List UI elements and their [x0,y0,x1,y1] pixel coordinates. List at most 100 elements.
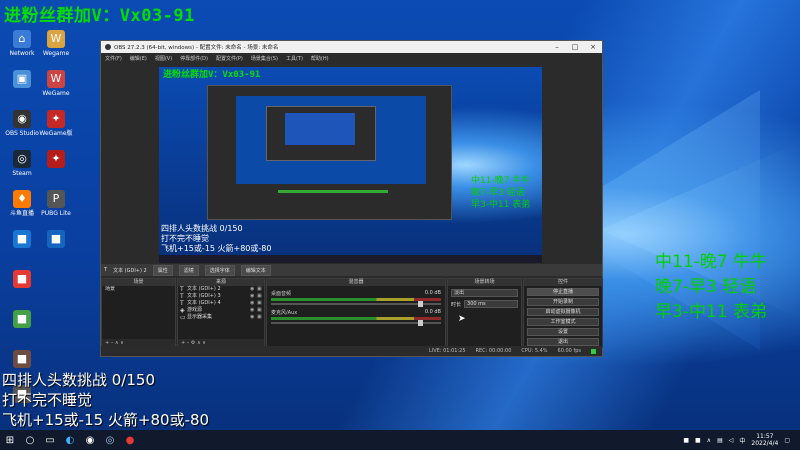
netease-icon[interactable]: ● [120,430,140,450]
preview-nested-obs-deep [266,106,376,161]
filters-button[interactable]: 滤镜 [178,264,199,276]
source-row[interactable]: T 文本 (GDI+) 3 ◉ ▣ [178,293,264,300]
visibility-icon[interactable]: ◉ [250,314,257,321]
desktop-icon[interactable]: ✦ [38,150,74,170]
text-source-icon: T [180,286,184,293]
menu-help[interactable]: 帮助(H) [311,55,329,62]
windows-start-icon[interactable]: ⊞ [0,430,20,450]
virtual-camera-button[interactable]: 启动虚拟摄像机 [527,308,599,316]
notification-icon[interactable]: ▢ [784,437,790,444]
schedule-line: 早3-中11 表弟 [655,302,767,322]
menu-edit[interactable]: 编辑(E) [130,55,147,62]
desktop-icon[interactable]: ◎ Steam [4,150,40,177]
lock-icon[interactable]: ▣ [257,307,264,314]
desktop-icon[interactable]: ✦ WeGame版 [38,110,74,137]
source-name: 文本 (GDI+) 4 [187,300,221,306]
desktop-icon[interactable]: ◉ OBS Studio [4,110,40,137]
desktop-icon[interactable]: ♦ 斗鱼直播 [4,190,40,217]
display-source-icon: ▭ [180,314,186,321]
desktop-icon-label: Wegame [42,50,70,57]
desktop-icon[interactable]: ■ [4,350,40,370]
desktop-icon[interactable]: ■ [38,230,74,250]
stream-health-icon [591,348,596,354]
menu-profile[interactable]: 配置文件(P) [216,55,243,62]
desktop-icon-label: WeGame [42,90,70,97]
volume-slider-knob[interactable] [418,320,423,326]
track-db: 0.0 dB [424,290,441,296]
desktop-icon[interactable]: P PUBG Lite [38,190,74,217]
visibility-icon[interactable]: ◉ [250,300,257,307]
steam-taskbar-icon[interactable]: ◎ [100,430,120,450]
task-view-icon[interactable]: ▭ [40,430,60,450]
obs-titlebar[interactable]: OBS 27.2.3 (64-bit, windows) - 配置文件: 未命名… [101,41,602,53]
exit-button[interactable]: 退出 [527,338,599,346]
menu-view[interactable]: 视图(V) [155,55,172,62]
scene-item[interactable]: 场景 [102,286,175,293]
stop-streaming-button[interactable]: 停止直播 [527,288,599,296]
select-font-button[interactable]: 选择字体 [204,264,235,276]
overlay-top-text: 进粉丝群加V：Vx03-91 [4,6,195,26]
taskbar: ⊞ ○ ▭ ◐ ◉ ◎ ● ■ ■ ∧ ▤ ◁ 中 11:57 2022/4/4… [0,430,800,450]
lock-icon[interactable]: ▣ [257,293,264,300]
obs-window[interactable]: OBS 27.2.3 (64-bit, windows) - 配置文件: 未命名… [100,40,603,357]
studio-mode-button[interactable]: 工作室模式 [527,318,599,326]
desktop-icon[interactable]: W WeGame [38,70,74,97]
volume-slider-knob[interactable] [418,301,423,307]
menu-scene-collection[interactable]: 场景集合(S) [251,55,278,62]
edge-icon[interactable]: ◐ [60,430,80,450]
obs-preview[interactable]: 进粉丝群加V：Vx03-91 中11-晚7 牛牛 晚7-早3 轻语 早3-中11… [159,67,542,263]
scenes-dock: 场景 场景 + – ∧ ∨ [101,278,176,348]
menu-tools[interactable]: 工具(T) [286,55,303,62]
track-name: 麦克风/Aux [271,310,298,316]
network-icon: ⌂ [13,30,31,48]
game-icon: ✦ [47,110,65,128]
game-icon: ✦ [47,150,65,168]
network-icon[interactable]: ▤ [717,437,723,444]
close-icon[interactable]: × [584,43,602,51]
source-row[interactable]: ◈ 游戏源 ◉ ▣ [178,307,264,314]
duration-input[interactable]: 300 ms [464,300,518,308]
lock-icon[interactable]: ▣ [257,300,264,307]
preview-left-line: 四排人头数挑战 0/150 [161,224,243,233]
desktop-icon[interactable]: ⌂ Network [4,30,40,57]
desktop-icon[interactable]: ■ [4,230,40,250]
chevron-up-icon[interactable]: ∧ [707,437,711,444]
obs-taskbar-icon[interactable]: ◉ [80,430,100,450]
volume-slider[interactable] [271,301,441,307]
maximize-icon[interactable]: □ [566,43,584,51]
properties-button[interactable]: 属性 [152,264,173,276]
lock-icon[interactable]: ▣ [257,314,264,321]
desktop-icon[interactable]: ■ [4,310,40,330]
ime-language[interactable]: 中 [739,436,745,445]
challenge-line: 飞机+15或-15 火箭+80或-80 [2,411,210,429]
desktop-icon[interactable]: ▣ [4,70,40,90]
start-recording-button[interactable]: 开始录制 [527,298,599,306]
computer-icon: ▣ [13,70,31,88]
preview-nested-obs [207,85,452,220]
minimize-icon[interactable]: – [548,43,566,51]
visibility-icon[interactable]: ◉ [250,286,257,293]
source-row[interactable]: ▭ 显示器采集 ◉ ▣ [178,314,264,321]
track-db: 0.0 dB [424,309,441,315]
desktop-icon-label: Network [9,50,35,57]
desktop-icon[interactable]: W Wegame [38,30,74,57]
search-icon[interactable]: ○ [20,430,40,450]
menu-file[interactable]: 文件(F) [105,55,122,62]
clock[interactable]: 11:57 2022/4/4 [751,433,778,447]
tray-app-icon[interactable]: ■ [683,437,689,444]
volume-slider[interactable] [271,320,441,326]
menu-docks[interactable]: 停靠部件(D) [180,55,208,62]
visibility-icon[interactable]: ◉ [250,293,257,300]
source-row[interactable]: T 文本 (GDI+) 4 ◉ ▣ [178,300,264,307]
source-row[interactable]: T 文本 (GDI+) 2 ◉ ▣ [178,286,264,293]
edit-text-button[interactable]: 编辑文本 [240,264,271,276]
settings-button[interactable]: 设置 [527,328,599,336]
clock-date: 2022/4/4 [751,440,779,447]
lock-icon[interactable]: ▣ [257,286,264,293]
tray-app-icon[interactable]: ■ [695,437,701,444]
transition-select[interactable]: 淡出 [451,289,518,297]
volume-icon[interactable]: ◁ [729,437,734,444]
visibility-icon[interactable]: ◉ [250,307,257,314]
preview-left-line: 飞机+15或-15 火箭+80或-80 [161,244,272,253]
desktop-icon[interactable]: ■ [4,270,40,290]
